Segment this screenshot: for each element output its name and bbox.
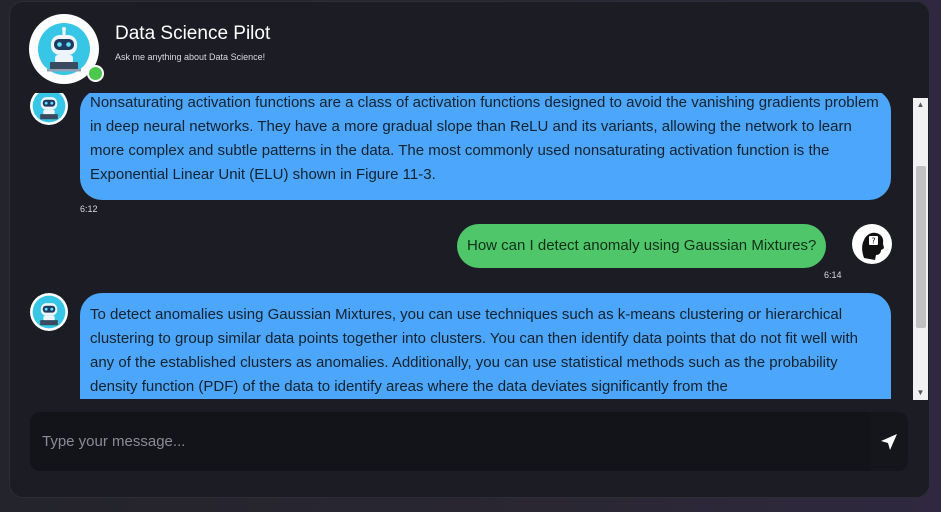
scrollbar-thumb[interactable] [916,166,926,328]
bot-message-bubble: To detect anomalies using Gaussian Mixtu… [80,293,891,399]
message-text: To detect anomalies using Gaussian Mixtu… [90,306,858,395]
bot-avatar-small [30,93,68,125]
robot-icon [32,93,66,123]
user-head-icon: ? [853,225,891,263]
scroll-down-arrow-icon[interactable]: ▼ [913,388,928,398]
user-message-bubble: How can I detect anomaly using Gaussian … [457,224,827,268]
message-text: How can I detect anomaly using Gaussian … [467,237,817,254]
paper-plane-icon [881,433,897,450]
chat-subtitle: Ask me anything about Data Science! [115,52,266,62]
bot-avatar-small [30,293,68,331]
robot-icon [32,295,66,329]
svg-text:?: ? [871,237,875,246]
online-status-indicator [87,65,104,82]
scrollbar[interactable]: ▲ ▼ [913,98,928,400]
send-button[interactable] [870,412,908,471]
chat-title: Data Science Pilot [115,23,271,44]
message-time: 6:14 [824,270,842,280]
message-time: 6:12 [80,204,98,214]
bot-message-bubble: Nonsaturating activation functions are a… [80,93,891,200]
scroll-up-arrow-icon[interactable]: ▲ [913,100,928,110]
message-text: Nonsaturating activation functions are a… [90,94,879,183]
message-input[interactable] [30,412,870,471]
message-list: Nonsaturating activation functions are a… [9,93,913,399]
user-avatar: ? [852,224,892,264]
chat-window: Data Science Pilot Ask me anything about… [9,1,930,498]
chat-header: Data Science Pilot Ask me anything about… [9,1,930,93]
message-composer [30,412,908,471]
robot-icon [38,23,90,75]
